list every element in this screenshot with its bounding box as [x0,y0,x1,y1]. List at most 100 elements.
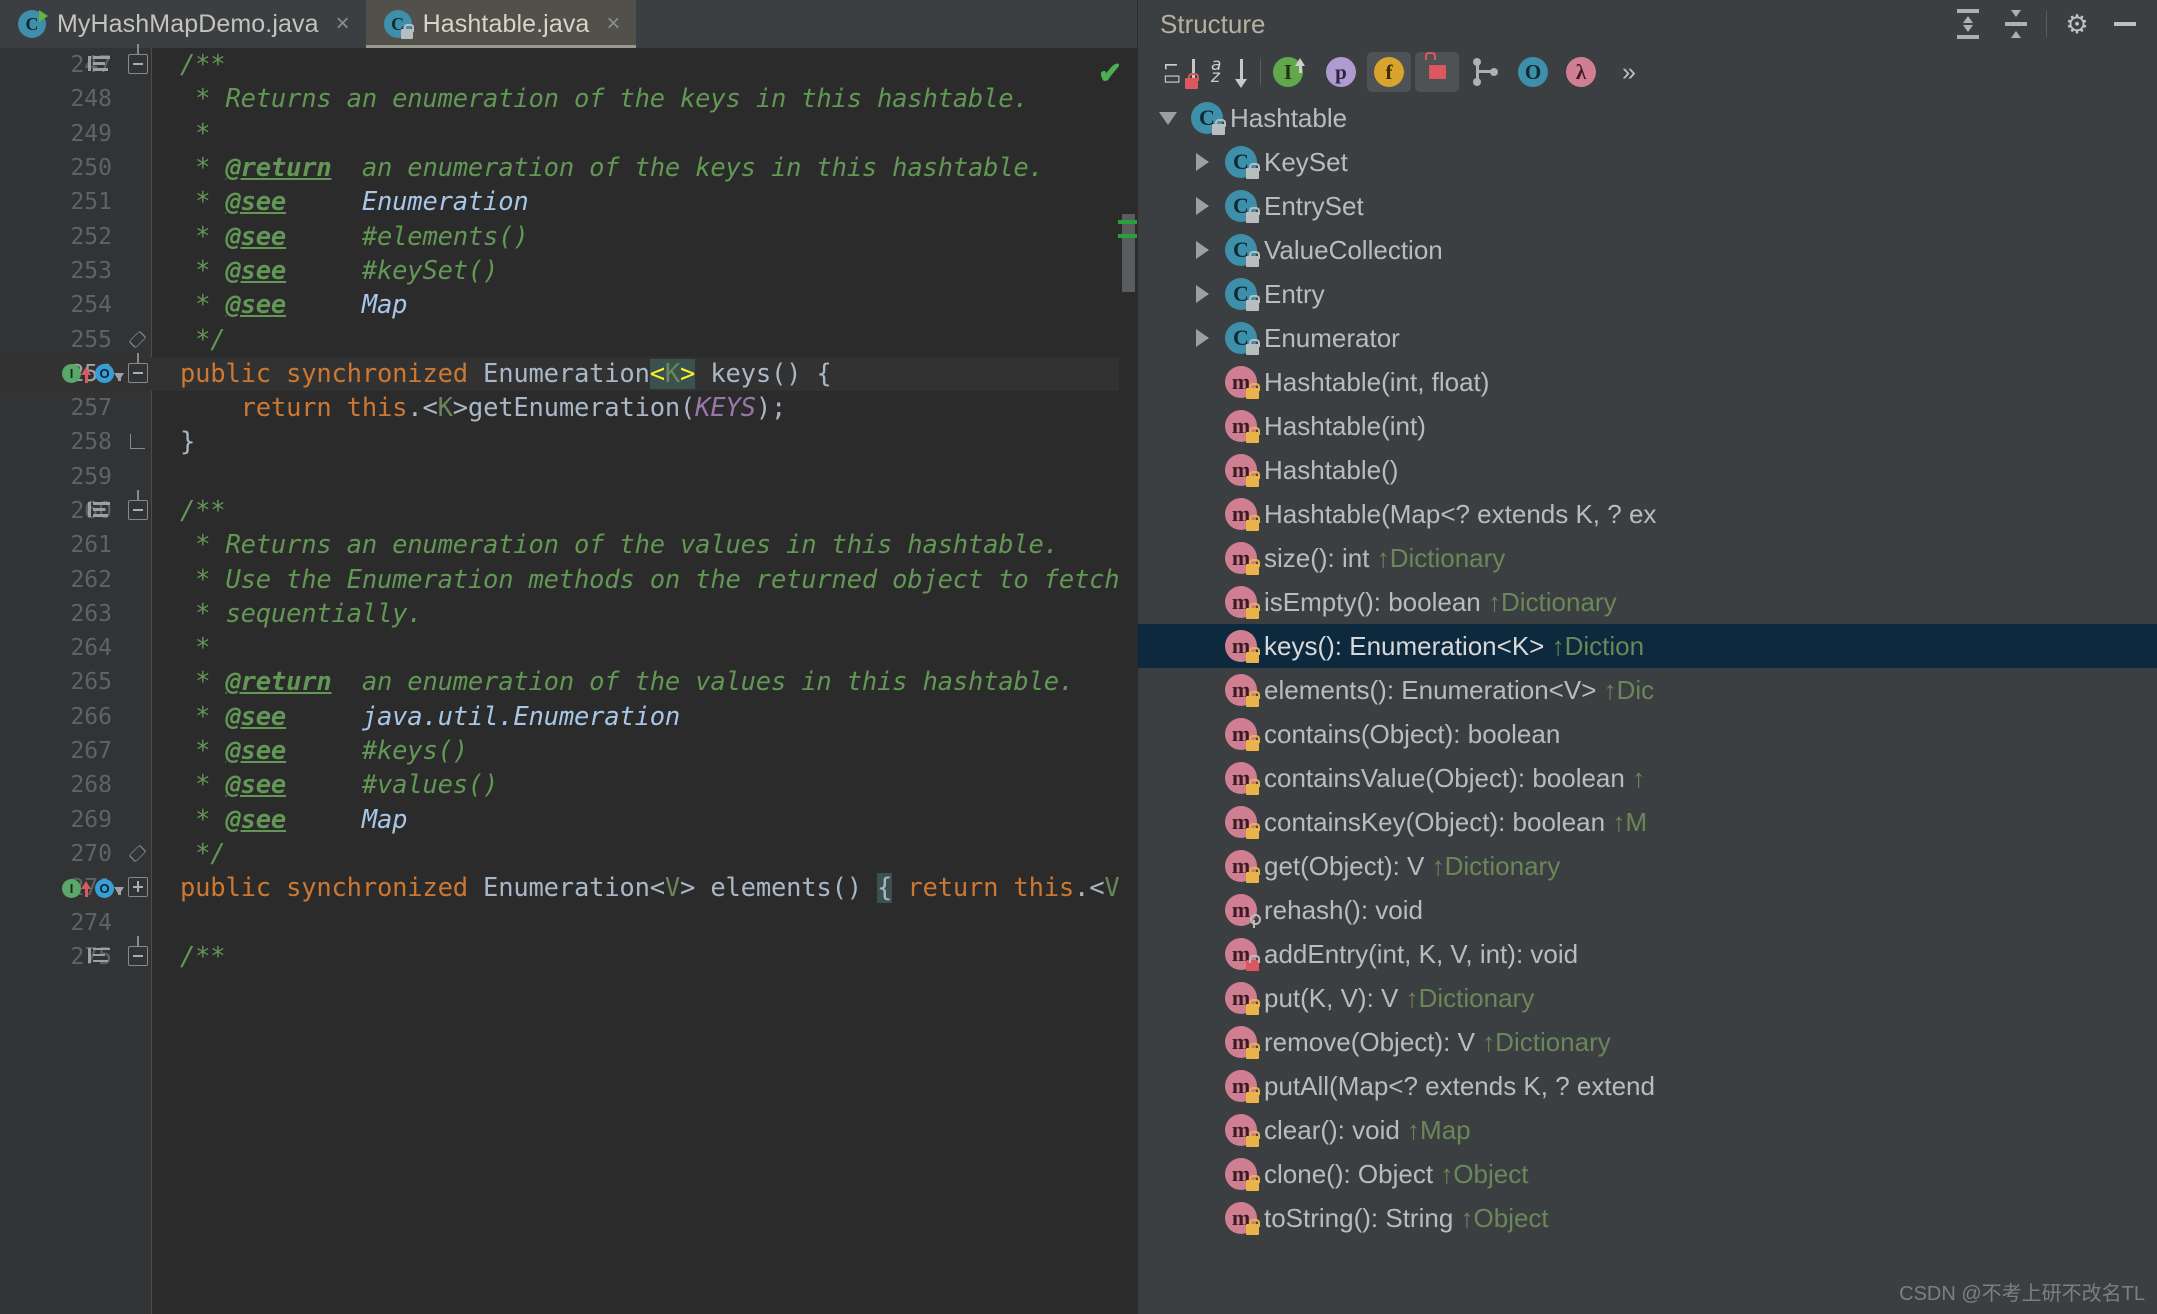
code-fold-marker[interactable] [128,843,150,865]
code-text[interactable]: return this.<K>getEnumeration(KEYS); [180,393,1137,423]
code-text[interactable]: * Use the Enumeration methods on the ret… [180,565,1137,595]
code-line[interactable]: 259 [0,460,1137,494]
code-line[interactable]: 261 * Returns an enumeration of the valu… [0,528,1137,562]
structure-tree-item[interactable]: m clone(): Object ↑Object [1138,1152,2157,1196]
code-line[interactable]: 258} [0,425,1137,459]
code-line[interactable]: 266 * @see java.util.Enumeration [0,700,1137,734]
structure-tree-item[interactable]: C Hashtable [1138,96,2157,140]
code-fold-marker[interactable] [128,935,150,968]
code-text[interactable]: public synchronized Enumeration<K> keys(… [180,358,1137,389]
implemented-icon[interactable]: I [62,878,81,898]
close-icon[interactable]: × [336,12,350,36]
structure-tree-item[interactable]: m Hashtable(int) [1138,404,2157,448]
code-text[interactable]: * sequentially. [180,599,1137,629]
gutter-override-icons[interactable]: IO [62,878,124,898]
overrides-up-icon[interactable] [81,881,91,898]
code-fold-marker[interactable] [128,352,150,385]
tree-twisty-right-icon[interactable] [1180,153,1224,171]
code-text[interactable]: public synchronized Enumeration<V> eleme… [180,873,1137,904]
javadoc-marker-icon[interactable] [88,946,114,968]
show-inherited-button[interactable]: I [1271,52,1315,92]
code-text[interactable]: * @return an enumeration of the values i… [180,667,1137,697]
code-line[interactable]: 252 * @see #elements() [0,219,1137,253]
close-icon[interactable]: × [606,12,620,36]
implementation-icon[interactable]: O [95,878,114,898]
code-line[interactable]: 265 * @return an enumeration of the valu… [0,665,1137,699]
code-line[interactable]: 249 * [0,117,1137,151]
javadoc-marker-icon[interactable] [88,54,114,76]
code-line[interactable]: 248 * Returns an enumeration of the keys… [0,82,1137,116]
code-text[interactable]: * [180,633,1137,663]
structure-tree-item[interactable]: m putAll(Map<? extends K, ? extend [1138,1064,2157,1108]
structure-tree-item[interactable]: m addEntry(int, K, V, int): void [1138,932,2157,976]
implementation-icon[interactable]: O [95,364,114,384]
sort-alphabetically-button[interactable]: az [1206,52,1250,92]
more-actions-button[interactable]: » [1607,52,1651,92]
structure-tree-item[interactable]: m elements(): Enumeration<V> ↑Dic [1138,668,2157,712]
code-text[interactable]: * @see Map [180,290,1137,320]
code-line[interactable]: 269 * @see Map [0,803,1137,837]
structure-tree-item[interactable]: m Hashtable(Map<? extends K, ? ex [1138,492,2157,536]
code-text[interactable]: * @return an enumeration of the keys in … [180,153,1137,183]
structure-tree-item[interactable]: C EntrySet [1138,184,2157,228]
overrides-down-icon[interactable] [114,372,124,381]
code-line[interactable]: 255 */ [0,322,1137,356]
code-text[interactable]: /** [180,50,1137,80]
code-line[interactable]: 262 * Use the Enumeration methods on the… [0,562,1137,596]
code-text[interactable]: * @see Map [180,805,1137,835]
code-line[interactable]: 267 * @see #keys() [0,734,1137,768]
structure-tree-item[interactable]: m keys(): Enumeration<K> ↑Diction [1138,624,2157,668]
tree-twisty-right-icon[interactable] [1180,241,1224,259]
structure-tree-item[interactable]: m clear(): void ↑Map [1138,1108,2157,1152]
hide-icon[interactable] [2101,4,2149,44]
structure-tree[interactable]: C Hashtable C KeySet C EntrySet C ValueCollecti… [1138,96,2157,1314]
code-lines[interactable]: 247/** 248 * Returns an enumeration of th… [0,44,1137,1314]
code-line[interactable]: 264 * [0,631,1137,665]
structure-tree-item[interactable]: m rehash(): void [1138,888,2157,932]
structure-tree-item[interactable]: m Hashtable() [1138,448,2157,492]
code-line[interactable]: 275/** [0,935,1137,974]
code-line[interactable]: 270 */ [0,837,1137,871]
code-text[interactable]: * @see #keys() [180,736,1137,766]
code-text[interactable]: * Returns an enumeration of the keys in … [180,84,1137,114]
structure-tree-item[interactable]: m contains(Object): boolean [1138,712,2157,756]
code-line[interactable]: 260/** [0,490,1137,528]
tree-twisty-right-icon[interactable] [1180,285,1224,303]
editor-scrollbar-thumb[interactable] [1122,214,1135,292]
code-text[interactable]: * [180,119,1137,149]
code-text[interactable]: * Returns an enumeration of the values i… [180,530,1137,560]
code-text[interactable]: * @see java.util.Enumeration [180,702,1137,732]
code-line[interactable]: 254 * @see Map [0,288,1137,322]
tree-twisty-right-icon[interactable] [1180,329,1224,347]
code-fold-marker[interactable] [128,329,150,351]
editor-tab-myhashmapdemo[interactable]: C MyHashMapDemo.java × [0,0,366,48]
show-lambdas-button[interactable]: λ [1559,52,1603,92]
code-fold-marker[interactable] [128,877,150,899]
structure-tree-item[interactable]: m Hashtable(int, float) [1138,360,2157,404]
code-text[interactable]: * @see Enumeration [180,187,1137,217]
gear-icon[interactable]: ⚙ [2053,4,2101,44]
structure-tree-item[interactable]: m put(K, V): V ↑Dictionary [1138,976,2157,1020]
show-fields-button[interactable]: f [1367,52,1411,92]
code-line[interactable]: 253 * @see #keySet() [0,254,1137,288]
code-fold-marker[interactable] [128,44,150,76]
code-text[interactable]: * @see #keySet() [180,256,1137,286]
code-line[interactable]: 263 * sequentially. [0,597,1137,631]
show-anonymous-classes-button[interactable]: O [1511,52,1555,92]
overrides-up-icon[interactable] [81,366,91,383]
code-text[interactable]: * @see #elements() [180,222,1137,252]
gutter-override-icons[interactable]: IO [62,364,124,384]
structure-tree-item[interactable]: C Entry [1138,272,2157,316]
code-line[interactable]: 256 I Opublic synchronized Enumeration<K> … [0,352,1137,391]
expand-all-icon[interactable] [1944,4,1992,44]
structure-tree-item[interactable]: C ValueCollection [1138,228,2157,272]
show-non-public-button[interactable] [1415,52,1459,92]
code-text[interactable]: /** [180,942,1137,972]
code-line[interactable]: 257 return this.<K>getEnumeration(KEYS); [0,391,1137,425]
structure-tree-item[interactable]: m get(Object): V ↑Dictionary [1138,844,2157,888]
implemented-icon[interactable]: I [62,364,81,384]
code-text[interactable]: */ [180,839,1137,869]
code-line[interactable]: 268 * @see #values() [0,768,1137,802]
tree-twisty-right-icon[interactable] [1180,197,1224,215]
sort-by-visibility-button[interactable]: ⌐ ▭ [1158,52,1202,92]
